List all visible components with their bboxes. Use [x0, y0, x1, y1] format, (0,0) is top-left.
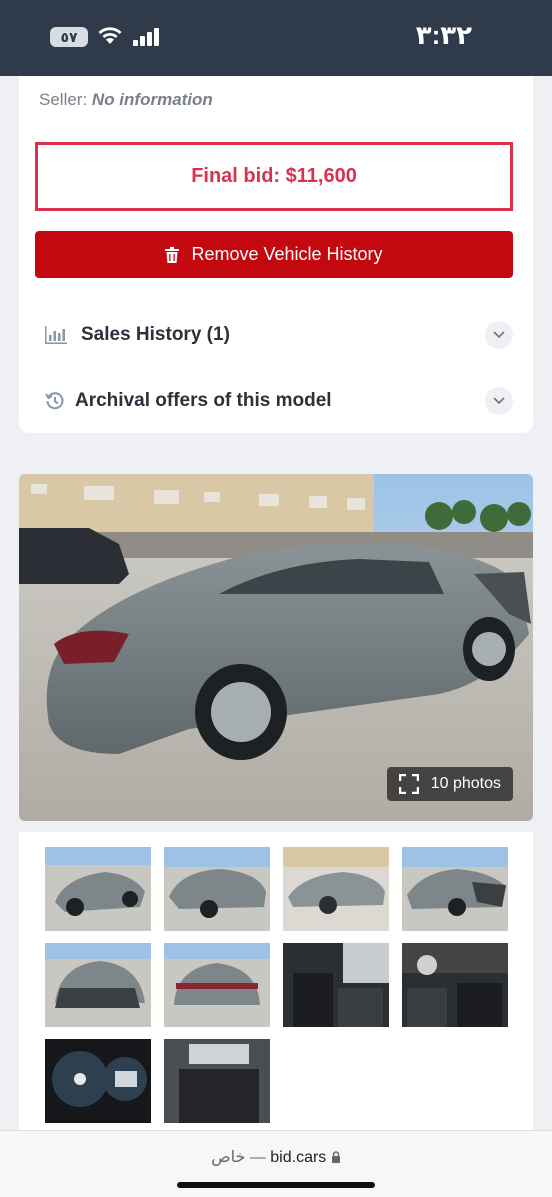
- seller-value: No information: [91, 90, 213, 109]
- vehicle-info-card: Seller: No information Final bid: $11,60…: [19, 76, 533, 433]
- home-indicator: [177, 1182, 375, 1188]
- private-label: خاص —: [211, 1149, 266, 1166]
- thumbnail[interactable]: [164, 1039, 270, 1123]
- cellular-signal-icon: [132, 27, 162, 52]
- thumbnail[interactable]: [283, 943, 389, 1027]
- clock: ٣:٣٢: [415, 20, 472, 50]
- thumbnail[interactable]: [164, 847, 270, 931]
- history-icon: [45, 391, 71, 411]
- url-domain: bid.cars: [270, 1149, 327, 1166]
- chevron-down-icon[interactable]: [485, 387, 513, 415]
- seller-line: Seller: No information: [39, 90, 213, 110]
- fullscreen-icon: [398, 774, 419, 794]
- url-display[interactable]: خاص — bid.cars: [0, 1147, 552, 1168]
- chevron-down-icon[interactable]: [485, 321, 513, 349]
- thumbnail[interactable]: [402, 847, 508, 931]
- thumbnail[interactable]: [45, 1039, 151, 1123]
- photos-count-badge[interactable]: 10 photos: [386, 767, 513, 801]
- final-bid-text: Final bid: $11,600: [191, 165, 357, 187]
- sales-history-label: Sales History (1): [81, 324, 230, 345]
- main-vehicle-photo[interactable]: 10 photos: [19, 474, 533, 821]
- remove-button-label: Remove Vehicle History: [191, 244, 383, 264]
- browser-url-bar[interactable]: خاص — bid.cars: [0, 1130, 552, 1197]
- sales-history-accordion[interactable]: Sales History (1): [35, 315, 513, 355]
- archival-offers-label: Archival offers of this model: [75, 390, 332, 411]
- lock-icon: [331, 1150, 341, 1168]
- photos-count-label: 10 photos: [430, 775, 501, 792]
- thumbnail[interactable]: [45, 847, 151, 931]
- final-bid-box: Final bid: $11,600: [35, 142, 513, 211]
- thumbnail[interactable]: [164, 943, 270, 1027]
- thumbnail[interactable]: [283, 847, 389, 931]
- bar-chart-icon: [45, 326, 71, 344]
- trash-icon: [165, 246, 180, 263]
- thumbnail[interactable]: [45, 943, 151, 1027]
- remove-vehicle-history-button[interactable]: Remove Vehicle History: [35, 231, 513, 278]
- status-bar: ٥٧ ٣:٣٢: [0, 0, 552, 76]
- thumbnail[interactable]: [402, 943, 508, 1027]
- archival-offers-accordion[interactable]: Archival offers of this model: [35, 381, 513, 421]
- seller-label: Seller:: [39, 90, 88, 109]
- thumbnail-grid: [19, 832, 533, 1132]
- wifi-icon: [97, 24, 123, 51]
- battery-icon: ٥٧: [50, 27, 88, 47]
